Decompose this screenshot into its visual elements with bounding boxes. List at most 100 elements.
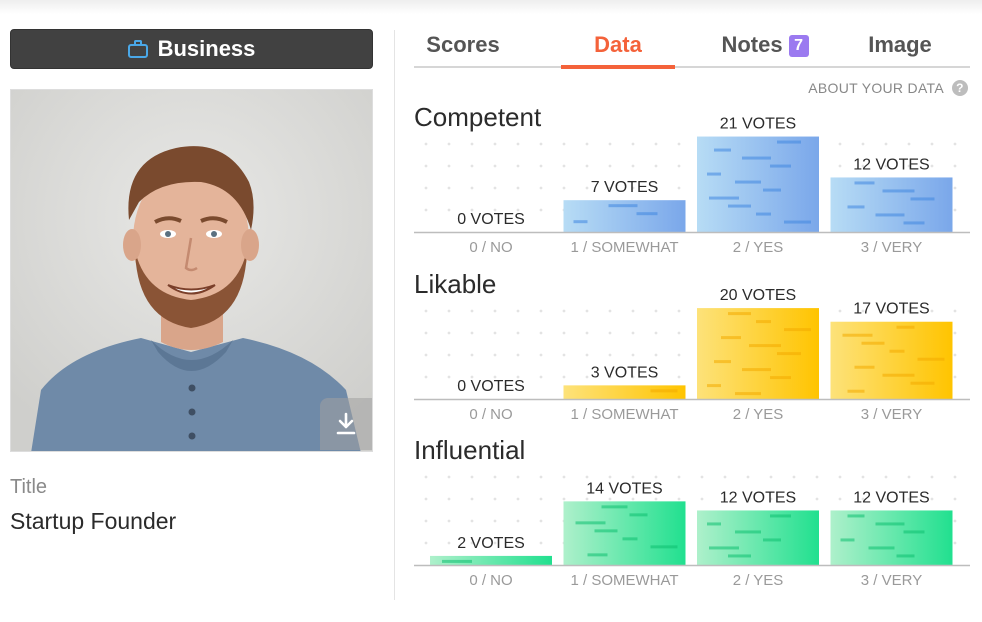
- bar-pattern: [910, 381, 935, 385]
- bar-pattern: [442, 559, 472, 563]
- bar-pattern: [882, 373, 915, 377]
- bar-pattern: [842, 333, 873, 337]
- chart-competent-svg: 0 VOTES 0 / NO 7 VOTES 1 / SOMEWHAT 21 VOTES…: [414, 116, 970, 256]
- active-tab-indicator: [561, 65, 675, 69]
- vote-count-label: 3 VOTES: [591, 364, 659, 381]
- category-label: Business: [157, 36, 256, 61]
- bar-pattern: [636, 212, 658, 216]
- category-label: 2 / YES: [733, 239, 784, 256]
- tab-scores[interactable]: Scores: [414, 28, 512, 68]
- vote-count-label: 12 VOTES: [853, 489, 929, 506]
- bar-pattern: [882, 189, 915, 193]
- bar-pattern: [784, 328, 811, 332]
- category-label: 1 / SOMEWHAT: [570, 239, 678, 256]
- bar-pattern: [728, 312, 751, 316]
- bar-pattern: [594, 529, 618, 533]
- bar-pattern: [749, 344, 781, 348]
- bar-pattern: [854, 181, 875, 185]
- title-label: Title: [10, 476, 48, 498]
- category-button[interactable]: Business: [10, 29, 373, 69]
- tab-image-label: Image: [868, 32, 932, 57]
- vote-count-label: 2 VOTES: [457, 535, 525, 552]
- bar: [697, 510, 819, 565]
- vote-count-label: 12 VOTES: [720, 489, 796, 506]
- title-value: Startup Founder: [10, 508, 177, 534]
- category-label: 1 / SOMEWHAT: [570, 406, 678, 423]
- category-label: 3 / VERY: [861, 406, 922, 423]
- about-your-data-link[interactable]: ABOUT YOUR DATA ?: [808, 80, 968, 96]
- category-label: 3 / VERY: [861, 572, 922, 589]
- chart-influential: Influential 2 VOTES 0 / NO 14 VOTES 1 / SOM…: [414, 433, 970, 593]
- bar-pattern: [707, 522, 721, 526]
- bar-pattern: [777, 352, 801, 356]
- category-label: 0 / NO: [469, 239, 512, 256]
- bar-pattern: [756, 212, 771, 216]
- bar-pattern: [917, 357, 945, 361]
- bar-pattern: [735, 392, 761, 396]
- bar: [830, 177, 953, 232]
- bar-pattern: [714, 148, 731, 152]
- bar-pattern: [707, 172, 721, 176]
- top-shadow: [0, 0, 982, 14]
- tab-data-label: Data: [594, 32, 642, 57]
- briefcase-icon: [127, 40, 148, 58]
- bar-pattern: [756, 320, 771, 324]
- bar: [563, 501, 686, 565]
- category-label: 0 / NO: [469, 572, 512, 589]
- vote-count-label: 12 VOTES: [853, 156, 929, 173]
- chart-influential-svg: 2 VOTES 0 / NO 14 VOTES 1 / SOMEWHAT 12 VOTE…: [414, 475, 970, 589]
- bar-pattern: [770, 164, 791, 168]
- vote-count-label: 20 VOTES: [720, 287, 796, 304]
- bar-pattern: [573, 220, 588, 224]
- bar-pattern: [608, 204, 638, 208]
- bar-pattern: [861, 341, 885, 345]
- vote-count-label: 7 VOTES: [591, 179, 659, 196]
- tab-image[interactable]: Image: [850, 28, 950, 68]
- category-label: 2 / YES: [733, 572, 784, 589]
- bar-pattern: [889, 349, 905, 353]
- bar-pattern: [875, 213, 905, 217]
- vote-count-label: 0 VOTES: [457, 378, 525, 395]
- bar-pattern: [742, 368, 771, 372]
- download-button[interactable]: [320, 398, 372, 450]
- bar-pattern: [847, 205, 865, 209]
- category-label: 1 / SOMEWHAT: [570, 572, 678, 589]
- download-icon: [336, 412, 356, 435]
- profile-photo: [10, 89, 373, 452]
- tab-bar: Scores Data Notes 7 Image: [414, 28, 970, 69]
- chart-competent: Competent 0 VOTES 0 / NO 7 VOTES 1 / SOMEWH…: [414, 100, 970, 260]
- tab-data[interactable]: Data: [561, 28, 675, 68]
- tab-notes[interactable]: Notes 7: [710, 28, 820, 68]
- bar: [830, 510, 953, 565]
- bar-pattern: [868, 546, 895, 550]
- bar-pattern: [896, 554, 915, 558]
- vote-count-label: 0 VOTES: [457, 211, 525, 228]
- bar-pattern: [840, 538, 855, 542]
- bar-pattern: [770, 514, 791, 518]
- bar-pattern: [903, 530, 925, 534]
- bar-pattern: [728, 204, 751, 208]
- bar-pattern: [601, 505, 628, 509]
- bar-pattern: [728, 554, 751, 558]
- bar-pattern: [777, 140, 801, 144]
- bar-pattern: [742, 156, 771, 160]
- tab-notes-label: Notes: [721, 32, 783, 57]
- bar-pattern: [650, 545, 678, 549]
- bar-pattern: [714, 360, 731, 364]
- tab-scores-label: Scores: [426, 32, 500, 57]
- bar-pattern: [575, 521, 606, 525]
- vote-count-label: 14 VOTES: [586, 480, 662, 497]
- help-icon: ?: [952, 80, 968, 96]
- vote-count-label: 21 VOTES: [720, 116, 796, 133]
- bar-pattern: [735, 530, 761, 534]
- bar-pattern: [587, 553, 608, 557]
- bar-pattern: [903, 221, 925, 225]
- notes-count-badge: 7: [788, 35, 809, 57]
- bar-pattern: [721, 336, 741, 340]
- bar-pattern: [763, 538, 781, 542]
- bar-pattern: [629, 513, 648, 517]
- category-label: 3 / VERY: [861, 239, 922, 256]
- bar-pattern: [763, 188, 781, 192]
- chart-likable: Likable 0 VOTES 0 / NO 3 VOTES 1 / SOMEWHAT…: [414, 267, 970, 427]
- bar-pattern: [622, 537, 638, 541]
